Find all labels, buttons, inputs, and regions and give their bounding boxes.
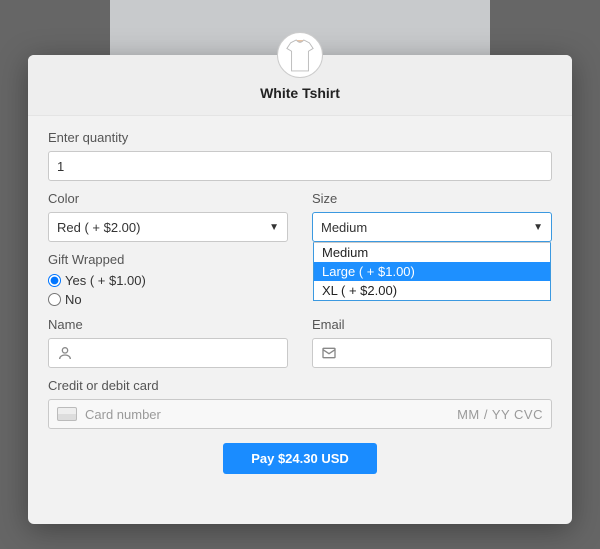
checkout-modal: White Tshirt Enter quantity Color Red ( …	[28, 55, 572, 524]
name-col: Name	[48, 317, 288, 368]
modal-body: Enter quantity Color Red ( + $2.00) ▼ Si…	[28, 116, 572, 484]
email-col: Email	[312, 317, 552, 368]
color-selected-value: Red ( + $2.00)	[57, 220, 140, 235]
card-expiry-cvc-placeholder: MM / YY CVC	[457, 407, 543, 422]
product-title: White Tshirt	[28, 85, 572, 101]
person-icon	[57, 345, 73, 361]
gift-no-radio[interactable]	[48, 293, 61, 306]
color-size-row: Color Red ( + $2.00) ▼ Size Medium ▼ Med…	[48, 191, 552, 242]
size-option-medium[interactable]: Medium	[314, 243, 550, 262]
color-col: Color Red ( + $2.00) ▼	[48, 191, 288, 242]
name-input[interactable]	[79, 339, 279, 367]
size-selected-value: Medium	[321, 220, 367, 235]
size-option-xl[interactable]: XL ( + $2.00)	[314, 281, 550, 300]
quantity-input[interactable]	[48, 151, 552, 181]
name-email-row: Name Email	[48, 317, 552, 368]
email-input[interactable]	[343, 339, 543, 367]
name-input-wrap[interactable]	[48, 338, 288, 368]
card-icon	[57, 407, 77, 421]
quantity-label: Enter quantity	[48, 130, 552, 145]
size-option-large[interactable]: Large ( + $1.00)	[314, 262, 550, 281]
pay-button[interactable]: Pay $24.30 USD	[223, 443, 377, 474]
email-label: Email	[312, 317, 552, 332]
tshirt-icon	[285, 37, 315, 73]
color-label: Color	[48, 191, 288, 206]
gift-yes-label: Yes ( + $1.00)	[65, 273, 146, 288]
size-label: Size	[312, 191, 552, 206]
chevron-down-icon: ▼	[533, 222, 543, 233]
gift-yes-radio[interactable]	[48, 274, 61, 287]
card-row: Credit or debit card Card number MM / YY…	[48, 378, 552, 429]
size-dropdown: Medium Large ( + $1.00) XL ( + $2.00)	[313, 242, 551, 301]
name-label: Name	[48, 317, 288, 332]
card-number-placeholder: Card number	[85, 407, 449, 422]
card-input[interactable]: Card number MM / YY CVC	[48, 399, 552, 429]
mail-icon	[321, 345, 337, 361]
chevron-down-icon: ▼	[269, 222, 279, 233]
email-input-wrap[interactable]	[312, 338, 552, 368]
size-col: Size Medium ▼ Medium Large ( + $1.00) XL…	[312, 191, 552, 242]
gift-no-label: No	[65, 292, 82, 307]
color-select[interactable]: Red ( + $2.00) ▼	[48, 212, 288, 242]
size-select[interactable]: Medium ▼ Medium Large ( + $1.00) XL ( + …	[312, 212, 552, 242]
card-label: Credit or debit card	[48, 378, 552, 393]
quantity-row: Enter quantity	[48, 130, 552, 181]
product-thumbnail	[277, 32, 323, 78]
